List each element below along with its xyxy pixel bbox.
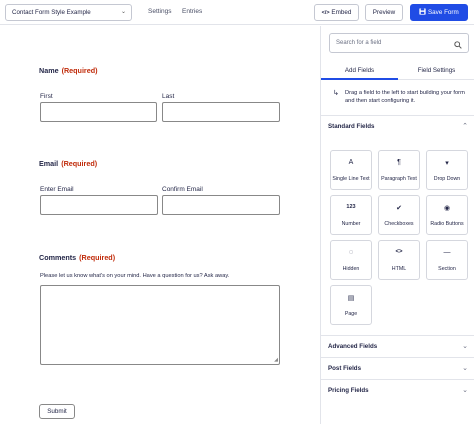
page-icon: ▤ [347,295,355,302]
search-placeholder: Search for a field [336,40,382,46]
save-form-button[interactable]: Save Form [410,4,468,21]
preview-label: Preview [372,9,396,16]
settings-link[interactable]: Settings [148,8,172,15]
required-indicator: (Required) [61,159,98,168]
enter-email-input[interactable] [40,195,158,215]
tile-label: Paragraph Text [381,176,417,182]
advanced-fields-label: Advanced Fields [328,343,378,350]
tile-label: Single Line Text [332,176,370,182]
embed-button[interactable]: </> Embed [314,4,359,21]
tile-label: Page [344,311,358,317]
drag-hint-text: Drag a field to the left to start buildi… [345,90,465,104]
tab-field-settings[interactable]: Field Settings [398,61,474,80]
post-fields-label: Post Fields [328,365,362,372]
pricing-fields-header[interactable]: Pricing Fields ⌄ [321,379,474,401]
comments-textarea[interactable]: ◢ [40,285,280,365]
field-tile-single-line-text[interactable]: A Single Line Text [330,150,372,190]
tile-label: HTML [391,266,407,272]
standard-fields-label: Standard Fields [328,123,375,130]
field-tile-page[interactable]: ▤ Page [330,285,372,325]
comments-field-label: Comments (Required) [39,253,115,262]
eye-slash-icon: ◌ [348,249,354,256]
field-tile-number[interactable]: 123 Number [330,195,372,235]
chevron-down-icon: ⌄ [120,9,126,15]
panel-tabs: Add Fields Field Settings [321,61,474,80]
field-tile-checkboxes[interactable]: ✔ Checkboxes [378,195,420,235]
comments-label-text: Comments [39,253,77,262]
name-field-label: Name (Required) [39,66,98,75]
first-name-label: First [40,93,53,100]
embed-label: Embed [331,9,352,16]
field-search-input[interactable]: Search for a field [329,33,469,53]
required-indicator: (Required) [61,66,98,75]
name-label-text: Name [39,66,59,75]
preview-button[interactable]: Preview [365,4,403,21]
tile-label: Hidden [342,266,360,272]
advanced-fields-header[interactable]: Advanced Fields ⌄ [321,335,474,357]
form-canvas: Name (Required) First Last Email (Required… [0,26,320,424]
entries-link[interactable]: Entries [182,8,202,15]
chevron-down-icon: ⌄ [462,365,468,372]
confirm-email-input[interactable] [162,195,280,215]
checkbox-icon: ✔ [396,205,402,212]
chevron-down-icon: ⌄ [462,387,468,394]
tile-label: Number [341,221,361,227]
field-tile-drop-down[interactable]: ▾ Drop Down [426,150,468,190]
radio-icon: ◉ [443,205,451,212]
text-icon: A [348,159,354,166]
tile-label: Drop Down [433,176,461,182]
submit-button[interactable]: Submit [39,404,75,419]
field-tile-paragraph-text[interactable]: ¶ Paragraph Text [378,150,420,190]
field-tile-hidden[interactable]: ◌ Hidden [330,240,372,280]
field-tile-html[interactable]: <> HTML [378,240,420,280]
field-panel: Search for a field Add Fields Field Sett… [320,26,474,424]
comments-description: Please let us know what's on your mind. … [40,273,230,279]
drag-hint: ↳ Drag a field to the left to start buil… [333,89,473,105]
form-switcher-select[interactable]: Contact Form Style Example ⌄ [5,4,132,21]
form-name: Contact Form Style Example [12,9,91,16]
chevron-up-icon: ⌃ [462,123,468,130]
number-icon: 123 [346,204,356,210]
field-tile-section[interactable]: — Section [426,240,468,280]
email-field-label: Email (Required) [39,159,97,168]
email-label-text: Email [39,159,59,168]
post-fields-header[interactable]: Post Fields ⌄ [321,357,474,379]
search-icon [454,39,462,57]
paragraph-icon: ¶ [397,159,401,166]
first-name-input[interactable] [40,102,157,122]
save-icon [419,5,426,20]
top-toolbar: Contact Form Style Example ⌄ Settings En… [0,0,474,25]
tile-label: Section [438,266,456,272]
confirm-email-label: Confirm Email [162,186,203,193]
tile-label: Checkboxes [384,221,414,227]
field-tile-radio-buttons[interactable]: ◉ Radio Buttons [426,195,468,235]
enter-email-label: Enter Email [40,186,74,193]
standard-fields-header[interactable]: Standard Fields ⌃ [321,115,474,137]
code-icon: <> [395,249,403,255]
chevron-down-icon: ⌄ [462,343,468,350]
dropdown-icon: ▾ [445,160,449,167]
code-icon: </> [321,10,330,16]
last-name-input[interactable] [162,102,280,122]
tab-add-fields[interactable]: Add Fields [321,61,398,80]
section-icon: — [443,249,451,256]
save-form-label: Save Form [427,9,459,16]
resize-grip-icon[interactable]: ◢ [274,357,278,363]
required-indicator: (Required) [79,253,116,262]
drag-arrow-icon: ↳ [333,90,339,97]
pricing-fields-label: Pricing Fields [328,387,369,394]
tile-label: Radio Buttons [430,221,464,227]
last-name-label: Last [162,93,175,100]
